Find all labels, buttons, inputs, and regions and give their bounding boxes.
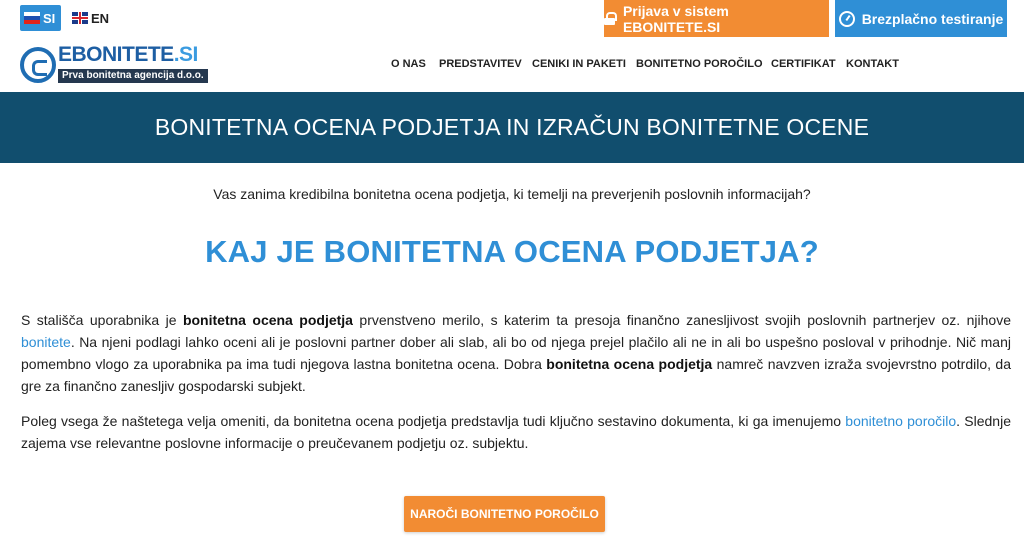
page-title: BONITETNA OCENA PODJETJA IN IZRAČUN BONI… xyxy=(154,114,870,140)
free-test-button-label: Brezplačno testiranje xyxy=(861,10,1004,27)
login-button-label: Prijava v sistem EBONITETE.SI xyxy=(622,2,729,35)
section-heading: KAJ JE BONITETNA OCENA PODJETJA? xyxy=(205,234,819,269)
site-logo[interactable]: EBONITETE.SI Prva bonitetna agencija d.o… xyxy=(20,43,225,86)
page-banner: BONITETNA OCENA PODJETJA IN IZRAČUN BONI… xyxy=(0,92,1024,163)
bonitete-link[interactable]: bonitete xyxy=(21,334,71,350)
order-report-button[interactable]: NAROČI BONITETNO POROČILO xyxy=(404,496,605,532)
language-si-button[interactable]: SI xyxy=(20,5,61,31)
logo-mark-icon xyxy=(20,47,56,83)
login-button[interactable]: Prijava v sistem EBONITETE.SI xyxy=(604,0,829,37)
paragraph-2: Poleg vsega že naštetega velja omeniti, … xyxy=(21,413,1011,451)
slovenia-flag-icon xyxy=(24,12,40,24)
nav-item-o-nas[interactable]: O NAS xyxy=(391,58,426,70)
bonitetno-porocilo-link[interactable]: bonitetno poročilo xyxy=(845,413,956,429)
top-bar: SI EN Prijava v sistem EBONITETE.SI Brez… xyxy=(0,0,1024,37)
logo-title: EBONITETE.SI xyxy=(58,43,198,66)
nav-item-predstavitev[interactable]: PREDSTAVITEV xyxy=(439,58,522,70)
nav-item-certifikat[interactable]: CERTIFIKAT xyxy=(771,58,836,70)
language-en-button[interactable]: EN xyxy=(72,5,116,31)
intro-text: Vas zanima kredibilna bonitetna ocena po… xyxy=(213,186,811,202)
uk-flag-icon xyxy=(72,12,88,24)
lock-icon xyxy=(604,12,617,25)
language-en-label: EN xyxy=(91,10,110,26)
paragraph-1: S stališča uporabnika je bonitetna ocena… xyxy=(21,312,1011,394)
site-header: EBONITETE.SI Prva bonitetna agencija d.o… xyxy=(0,37,1024,92)
nav-item-ceniki-in-paketi[interactable]: CENIKI IN PAKETI xyxy=(532,58,626,70)
bold-phrase: bonitetna ocena podjetja xyxy=(546,356,713,372)
free-test-button[interactable]: Brezplačno testiranje xyxy=(835,0,1007,37)
nav-item-bonitetno-porocilo[interactable]: BONITETNO POROČILO xyxy=(636,58,763,70)
logo-tagline: Prva bonitetna agencija d.o.o. xyxy=(58,69,208,83)
nav-item-kontakt[interactable]: KONTAKT xyxy=(846,58,899,70)
bold-phrase: bonitetna ocena podjetja xyxy=(182,312,353,328)
language-si-label: SI xyxy=(43,10,56,26)
gauge-icon xyxy=(838,10,855,27)
